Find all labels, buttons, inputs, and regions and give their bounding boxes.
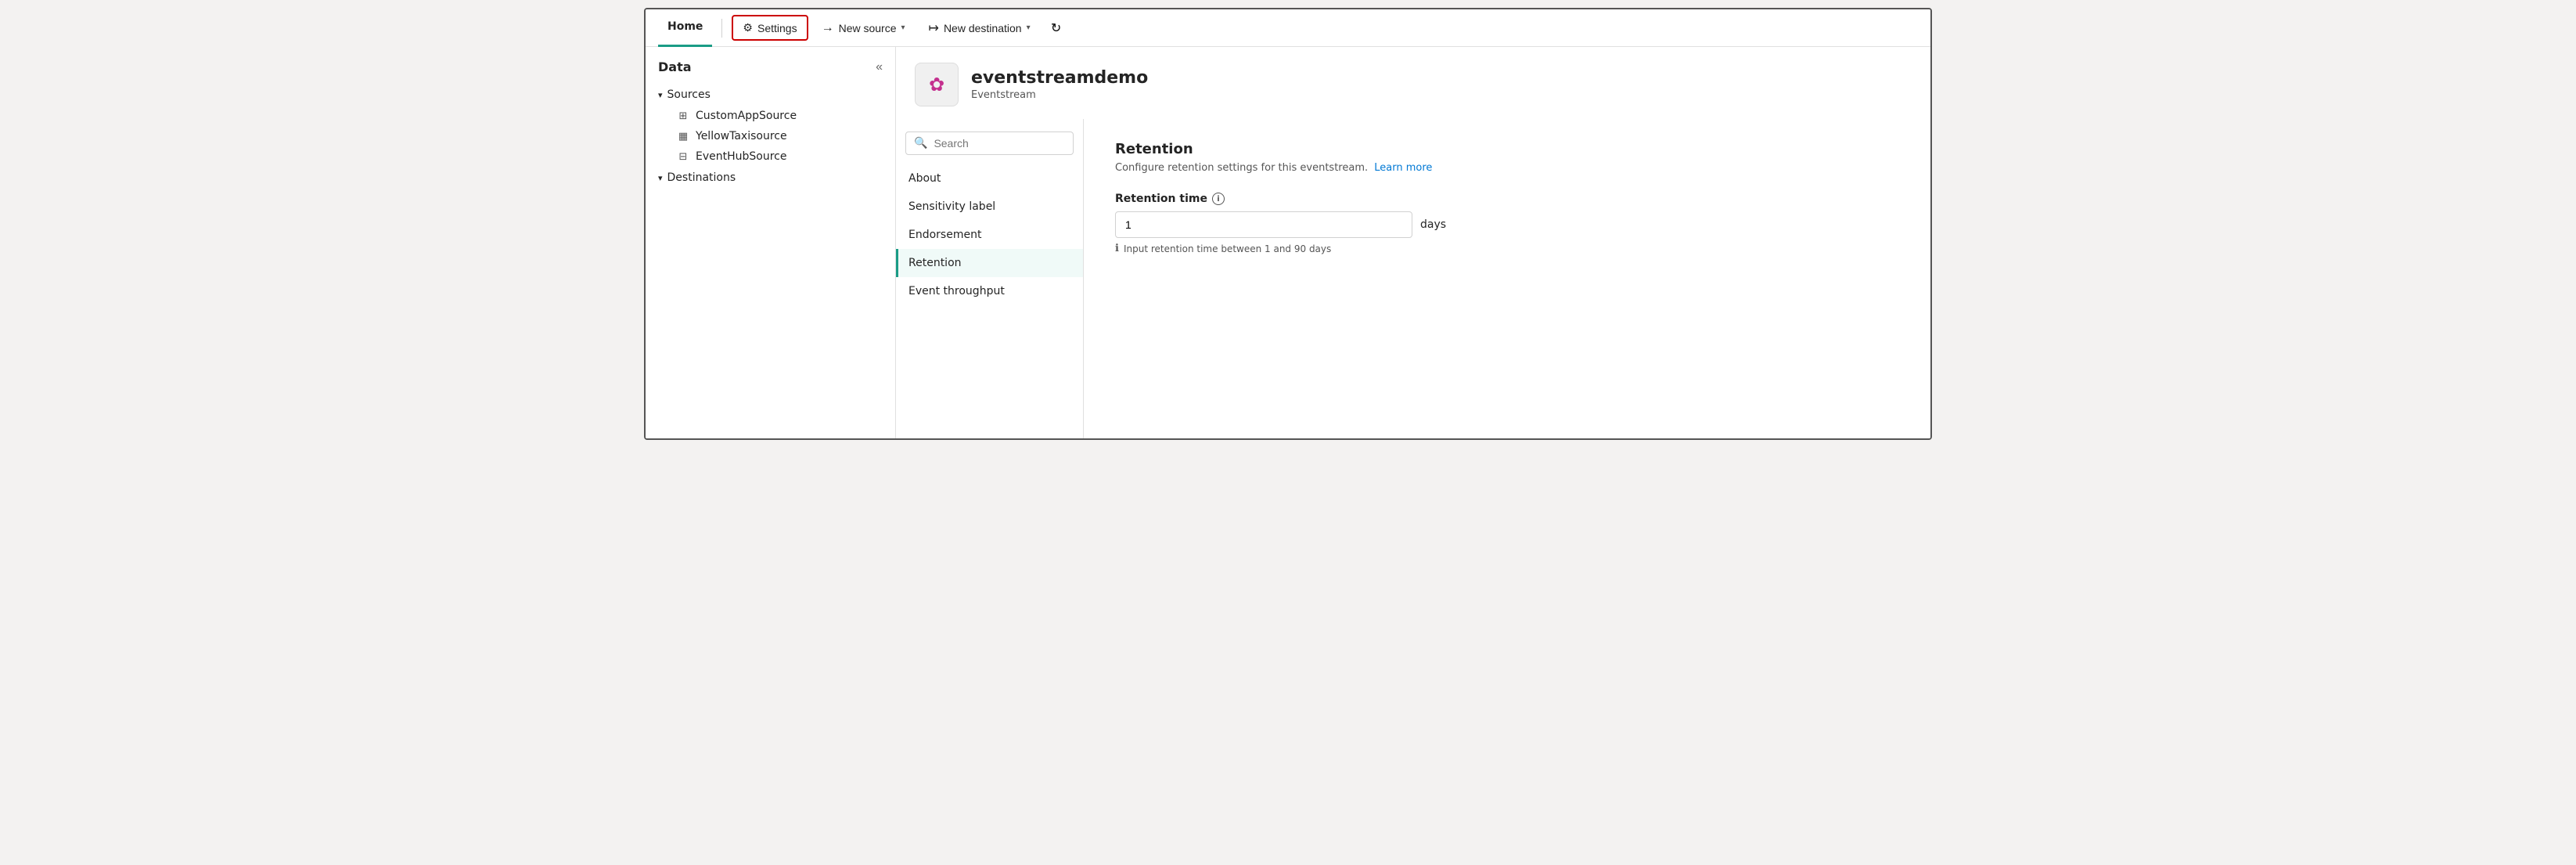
sources-label: Sources: [667, 88, 711, 101]
eventstream-icon: ✿: [929, 74, 944, 96]
new-source-icon: →: [822, 21, 834, 35]
destinations-group-header[interactable]: ▾ Destinations: [652, 167, 889, 189]
retention-content: Retention Configure retention settings f…: [1084, 119, 1930, 438]
top-bar: Home ⚙ Settings → New source ▾ ↦ New des…: [646, 9, 1930, 47]
tree-section: ▾ Sources ⊞ CustomAppSource ▦ YellowTaxi…: [646, 84, 895, 189]
home-tab[interactable]: Home: [658, 9, 712, 47]
hint-text-label: Input retention time between 1 and 90 da…: [1124, 243, 1331, 254]
nav-item-about[interactable]: About: [896, 164, 1083, 193]
retention-time-label: Retention time i: [1115, 193, 1899, 205]
collapse-sidebar-button[interactable]: «: [876, 60, 883, 74]
sensitivity-label: Sensitivity label: [908, 200, 995, 213]
search-box[interactable]: 🔍: [905, 132, 1074, 155]
nav-item-sensitivity[interactable]: Sensitivity label: [896, 193, 1083, 221]
settings-button[interactable]: ⚙ Settings: [732, 15, 808, 41]
sidebar-title: Data: [658, 59, 692, 74]
sidebar-header: Data «: [646, 59, 895, 84]
settings-label: Settings: [757, 22, 797, 34]
toolbar-divider-1: [721, 19, 722, 38]
retention-time-input[interactable]: [1115, 211, 1412, 238]
endorsement-label: Endorsement: [908, 229, 981, 241]
app-icon: ✿: [915, 63, 959, 106]
app-subtitle: Eventstream: [971, 89, 1148, 101]
new-source-button[interactable]: → New source ▾: [811, 16, 916, 41]
nav-item-event-throughput[interactable]: Event throughput: [896, 277, 1083, 305]
app-header: ✿ eventstreamdemo Eventstream: [896, 47, 1930, 119]
new-destination-label: New destination: [944, 22, 1022, 34]
new-destination-icon: ↦: [929, 20, 939, 36]
content-area: 🔍 About Sensitivity label Endorsement: [896, 119, 1930, 438]
new-source-label: New source: [839, 22, 897, 34]
refresh-button[interactable]: ↻: [1044, 16, 1069, 41]
list-item[interactable]: ⊞ CustomAppSource: [652, 106, 889, 126]
sources-expand-icon: ▾: [658, 90, 663, 100]
about-label: About: [908, 172, 941, 185]
retention-title: Retention: [1115, 141, 1899, 157]
right-area: ✿ eventstreamdemo Eventstream 🔍: [896, 47, 1930, 438]
custom-app-source-label: CustomAppSource: [696, 110, 797, 122]
search-input[interactable]: [934, 137, 1065, 150]
days-label: days: [1420, 218, 1446, 231]
app-title-block: eventstreamdemo Eventstream: [971, 68, 1148, 101]
retention-label: Retention: [908, 257, 962, 269]
refresh-icon: ↻: [1051, 20, 1061, 36]
event-hub-source-label: EventHubSource: [696, 150, 786, 163]
event-hub-source-icon: ⊟: [677, 151, 689, 163]
main-layout: Data « ▾ Sources ⊞ CustomAppSource ▦ Yel…: [646, 47, 1930, 438]
list-item[interactable]: ⊟ EventHubSource: [652, 146, 889, 167]
collapse-icon: «: [876, 60, 883, 74]
list-item[interactable]: ▦ YellowTaxisource: [652, 126, 889, 146]
settings-nav: 🔍 About Sensitivity label Endorsement: [896, 119, 1084, 438]
app-name: eventstreamdemo: [971, 68, 1148, 88]
info-icon[interactable]: i: [1212, 193, 1225, 205]
sidebar: Data « ▾ Sources ⊞ CustomAppSource ▦ Yel…: [646, 47, 896, 438]
retention-description: Configure retention settings for this ev…: [1115, 162, 1899, 174]
nav-item-retention[interactable]: Retention: [896, 249, 1083, 277]
yellow-taxi-source-label: YellowTaxisource: [696, 130, 787, 142]
custom-app-source-icon: ⊞: [677, 110, 689, 122]
new-destination-chevron: ▾: [1027, 23, 1031, 32]
destinations-expand-icon: ▾: [658, 173, 663, 183]
new-source-chevron: ▾: [901, 23, 905, 32]
retention-input-row: days: [1115, 211, 1899, 238]
hint-icon: ℹ: [1115, 243, 1119, 254]
gear-icon: ⚙: [743, 21, 753, 34]
yellow-taxi-source-icon: ▦: [677, 131, 689, 142]
new-destination-button[interactable]: ↦ New destination ▾: [919, 15, 1041, 41]
event-throughput-label: Event throughput: [908, 285, 1005, 297]
sources-group-header[interactable]: ▾ Sources: [652, 84, 889, 106]
retention-hint: ℹ Input retention time between 1 and 90 …: [1115, 243, 1899, 254]
destinations-label: Destinations: [667, 171, 736, 184]
settings-search-area: 🔍: [896, 119, 1083, 164]
nav-item-endorsement[interactable]: Endorsement: [896, 221, 1083, 249]
search-icon: 🔍: [914, 137, 927, 150]
learn-more-link[interactable]: Learn more: [1374, 162, 1432, 174]
